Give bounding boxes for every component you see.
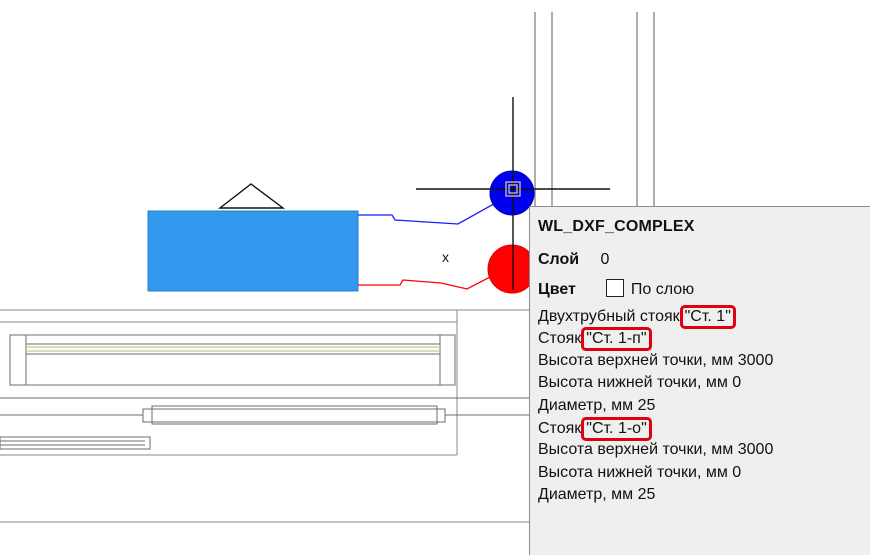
tooltip-line-riser-supply: Стояк "Ст. 1-п"	[538, 327, 870, 352]
color-value: По слою	[630, 281, 695, 298]
riser-tag-highlight: "Ст. 1-п"	[581, 327, 652, 352]
tooltip-line-riser-return: Стояк "Ст. 1-о"	[538, 416, 870, 441]
wall-lines-vertical	[534, 12, 655, 222]
riser-tag-highlight: "Ст. 1"	[679, 305, 736, 329]
layer-row: Слой 0	[538, 245, 870, 275]
color-swatch-icon	[606, 279, 625, 297]
insert-point-marker: x	[442, 249, 449, 265]
tooltip-line-top-height: Высота верхней точки, мм 3000	[538, 441, 774, 459]
object-type-title: WL_DXF_COMPLEX	[538, 218, 695, 235]
tooltip-line-top-height: Высота верхней точки, мм 3000	[538, 351, 774, 369]
tooltip-line-riser-pair: Двухтрубный стояк "Ст. 1"	[538, 305, 870, 329]
properties-tooltip: WL_DXF_COMPLEX Слой 0 Цвет По слою Двухт…	[529, 206, 870, 555]
tooltip-line-bottom-height: Высота нижней точки, мм 0	[538, 374, 742, 392]
layer-label: Слой	[538, 251, 580, 268]
tooltip-line-bottom-height: Высота нижней точки, мм 0	[538, 463, 742, 481]
return-pipe[interactable]	[358, 275, 493, 290]
radiator-marker-triangle	[217, 183, 286, 209]
rail-lower	[0, 436, 151, 450]
color-row: Цвет По слою	[538, 275, 870, 305]
supply-pipe[interactable]	[358, 197, 503, 225]
rail-upper	[0, 397, 529, 425]
color-label: Цвет	[538, 281, 576, 298]
line-text: Стояк	[538, 419, 582, 437]
line-text: Стояк	[538, 330, 582, 348]
wall-lines-horizontal	[0, 309, 529, 523]
window-glass-lines	[26, 346, 440, 352]
layer-value: 0	[600, 251, 610, 268]
line-text: Двухтрубный стояк	[538, 308, 680, 325]
window-frame	[9, 334, 456, 386]
tooltip-line-diameter: Диаметр, мм 25	[538, 486, 656, 504]
tooltip-line-diameter: Диаметр, мм 25	[538, 396, 656, 414]
riser-tag-highlight: "Ст. 1-о"	[581, 416, 652, 441]
radiator[interactable]	[147, 210, 359, 292]
